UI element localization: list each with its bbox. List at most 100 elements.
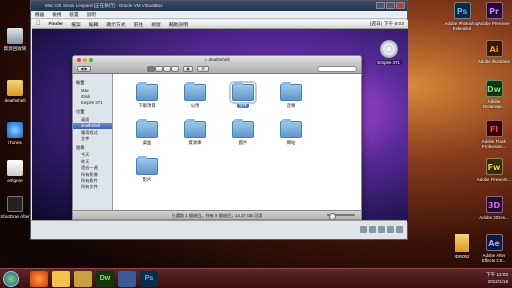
- minimize-light-button[interactable]: [83, 58, 87, 62]
- menu-help[interactable]: 輔助說明: [169, 21, 188, 28]
- mac-clock[interactable]: (週日) 下午 8:03: [370, 20, 404, 29]
- tray-time: 下午 12:03: [486, 272, 508, 277]
- finder-window[interactable]: ⌂ deathshell ◀ ▶ ◉ ⚙ 裝置 Mac iDisk Empire…: [72, 55, 362, 220]
- desktop-icon-deathshell[interactable]: deathshell: [0, 80, 30, 103]
- vbox-title-bar[interactable]: Mac OS Snow Leopard [正在執行] - Oracle VM V…: [31, 1, 407, 11]
- desktop-icon-fireworks[interactable]: Fw Adobe Firework...: [476, 158, 512, 182]
- menu-file[interactable]: 檔案: [71, 21, 81, 28]
- zip-folder-icon: [455, 234, 469, 252]
- folder-item[interactable]: 桌面: [123, 119, 171, 146]
- photoshop-taskbar-icon[interactable]: Ps: [140, 271, 158, 287]
- folder-item[interactable]: 影片: [123, 156, 171, 183]
- itunes-icon: [7, 122, 23, 138]
- illustrator-icon: Ai: [485, 40, 503, 57]
- column-view-button[interactable]: [163, 65, 171, 72]
- virtualbox-taskbar-icon[interactable]: [118, 271, 136, 287]
- desktop-icon-idr052[interactable]: IDR052: [444, 234, 480, 259]
- music-folder-icon: [280, 82, 302, 101]
- finder-content[interactable]: 下載項目 公用 文件 音樂 桌面 資源庫 圖片 網站 影片: [113, 74, 361, 210]
- menu-window[interactable]: 視窗: [151, 21, 161, 28]
- desktop-icon-3d[interactable]: 3D Adobe 3rDes...: [476, 196, 512, 220]
- folder-item[interactable]: 音樂: [267, 82, 315, 109]
- desktop-icon-after-effects[interactable]: Ae Adobe After Effects CS...: [476, 234, 512, 263]
- mac-guest-screen[interactable]:  Finder 檔案 編輯 顯示方式 前往 視窗 輔助說明 (週日) 下午 8…: [32, 20, 408, 222]
- desktop-icon-photoshop[interactable]: Ps Adobe Photoshop Extended: [444, 2, 480, 31]
- sidebar-header: 位置: [76, 109, 85, 115]
- view-switcher: [147, 65, 179, 72]
- firefox-taskbar-icon[interactable]: [30, 271, 48, 287]
- icon-size-slider[interactable]: [327, 212, 355, 219]
- quicklook-button[interactable]: ◉: [183, 65, 193, 72]
- folder-label: 影片: [142, 177, 152, 182]
- apple-icon[interactable]: : [36, 21, 41, 27]
- disc-label: Empire 371: [375, 60, 402, 65]
- folder-item[interactable]: 下載項目: [123, 82, 171, 109]
- sites-folder-icon: [280, 119, 302, 138]
- desktop-icon-flash[interactable]: Fl Adobe Flash Profession...: [476, 120, 512, 149]
- coverflow-view-button[interactable]: [171, 65, 179, 72]
- after-effects-icon: Ae: [485, 234, 503, 251]
- desktop-disc-empire[interactable]: Empire 371: [375, 40, 402, 65]
- vbox-menu-machine[interactable]: 機器: [35, 11, 44, 18]
- system-tray-clock[interactable]: 下午 12:03 2012/1/16: [486, 271, 508, 285]
- network-status-icon[interactable]: [387, 226, 394, 233]
- back-forward-button[interactable]: ◀ ▶: [77, 65, 91, 72]
- hdd-status-icon[interactable]: [360, 226, 367, 233]
- cd-status-icon[interactable]: [369, 226, 376, 233]
- sidebar-item[interactable]: 所有文件: [73, 184, 112, 190]
- tray-date: 2012/1/16: [487, 279, 508, 284]
- close-button[interactable]: [396, 2, 405, 9]
- folder-label: 桌面: [142, 140, 152, 145]
- desktop-icon-esgnre[interactable]: es\gnre: [0, 160, 30, 183]
- folder-item[interactable]: 資源庫: [171, 119, 219, 146]
- start-button[interactable]: [3, 271, 19, 287]
- downloads-folder-icon: [136, 82, 158, 101]
- sidebar-item[interactable]: Empire 371: [73, 100, 112, 106]
- zoom-light-button[interactable]: [89, 58, 93, 62]
- folder-item[interactable]: 公用: [171, 82, 219, 109]
- folder-taskbar-icon[interactable]: [74, 271, 92, 287]
- virtualbox-window[interactable]: Mac OS Snow Leopard [正在執行] - Oracle VM V…: [30, 0, 408, 240]
- folder-label: 文件: [236, 103, 250, 108]
- list-view-button[interactable]: [155, 65, 163, 72]
- search-input[interactable]: [317, 65, 357, 72]
- action-gear-button[interactable]: ⚙: [197, 65, 209, 72]
- minimize-button[interactable]: [376, 2, 385, 9]
- usb-status-icon[interactable]: [378, 226, 385, 233]
- windows-taskbar: Dw Ps 下午 12:03 2012/1/16: [0, 268, 512, 288]
- menu-go[interactable]: 前往: [134, 21, 144, 28]
- desktop-icon-illustrator[interactable]: Ai Adobe Illustrator: [476, 40, 512, 64]
- menu-view[interactable]: 顯示方式: [106, 21, 125, 28]
- finder-title-bar[interactable]: ⌂ deathshell: [73, 56, 361, 64]
- folder-label: 資源庫: [188, 140, 202, 145]
- folder-item[interactable]: 網站: [267, 119, 315, 146]
- sidebar-item[interactable]: 文件: [73, 135, 112, 141]
- vbox-status-bar: [31, 220, 407, 239]
- vbox-menu-view[interactable]: 檢視: [52, 11, 61, 18]
- desktop-icon-premiere[interactable]: Pr Adobe Premiere: [476, 2, 512, 26]
- folder-label: 音樂: [286, 103, 296, 108]
- desktop-icon-label: Adobe Firework...: [476, 177, 512, 182]
- dreamweaver-taskbar-icon[interactable]: Dw: [96, 271, 114, 287]
- movies-folder-icon: [136, 156, 158, 175]
- menu-edit[interactable]: 編輯: [89, 21, 99, 28]
- desktop-icon-dreamweaver[interactable]: Dw Adobe Dreamwe...: [476, 80, 512, 109]
- close-light-button[interactable]: [77, 58, 81, 62]
- desktop-icon-label: Adobe After Effects CS...: [481, 253, 507, 263]
- folder-item-selected[interactable]: 文件: [219, 81, 267, 109]
- fireworks-icon: Fw: [485, 158, 503, 175]
- desktop-icon-shutdown[interactable]: ShutDow After: [0, 196, 30, 219]
- desktop-icon-itunes[interactable]: iTunes: [0, 122, 30, 145]
- maximize-button[interactable]: [386, 2, 395, 9]
- desktop-icon-label: Adobe Dreamwe...: [482, 99, 506, 109]
- finder-sidebar: 裝置 Mac iDisk Empire 371 位置 桌面 deathshell…: [73, 74, 113, 210]
- menu-finder[interactable]: Finder: [49, 22, 64, 27]
- desktop-icon-recycle-bin[interactable]: 資源回收筒: [0, 28, 30, 51]
- user-folder-icon: [7, 80, 23, 96]
- icon-view-button[interactable]: [147, 65, 155, 72]
- folder-item[interactable]: 圖片: [219, 119, 267, 146]
- explorer-taskbar-icon[interactable]: [52, 271, 70, 287]
- vbox-menu-help[interactable]: 說明: [87, 11, 96, 18]
- vbox-menu-devices[interactable]: 裝置: [69, 11, 78, 18]
- host-key-icon[interactable]: [396, 226, 403, 233]
